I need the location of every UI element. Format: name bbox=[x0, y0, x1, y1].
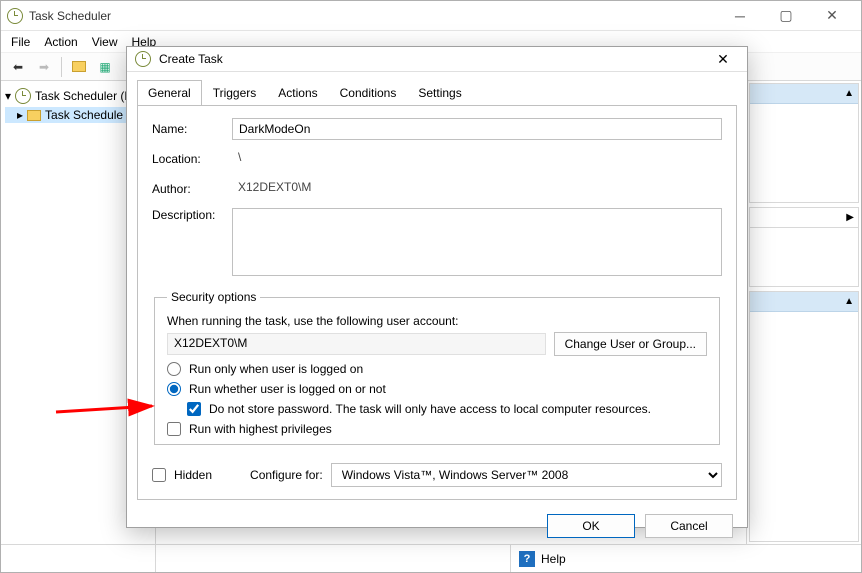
tree-child-label: Task Schedule bbox=[45, 108, 123, 122]
location-label: Location: bbox=[152, 152, 222, 166]
menu-view[interactable]: View bbox=[92, 35, 118, 49]
folder-up-icon[interactable] bbox=[68, 56, 90, 78]
dialog-icon bbox=[135, 51, 151, 67]
minimize-button[interactable]: ─ bbox=[717, 1, 763, 31]
tab-actions[interactable]: Actions bbox=[267, 80, 328, 106]
help-status-icon: ? bbox=[519, 551, 535, 567]
name-input[interactable] bbox=[232, 118, 722, 140]
author-value: X12DEXT0\M bbox=[232, 178, 722, 200]
forward-button[interactable]: ➡ bbox=[33, 56, 55, 78]
run-logged-on-label: Run only when user is logged on bbox=[189, 362, 363, 376]
do-not-store-password-check[interactable]: Do not store password. The task will onl… bbox=[187, 402, 707, 416]
maximize-button[interactable]: ▢ bbox=[763, 1, 809, 31]
run-logged-on-radio[interactable]: Run only when user is logged on bbox=[167, 362, 707, 376]
location-value: \ bbox=[232, 148, 722, 170]
actions-panel: ▲ ▶ ▲ bbox=[746, 81, 861, 544]
tab-settings[interactable]: Settings bbox=[407, 80, 472, 106]
run-whether-radio[interactable]: Run whether user is logged on or not bbox=[167, 382, 707, 396]
configure-for-label: Configure for: bbox=[250, 468, 323, 482]
cancel-button[interactable]: Cancel bbox=[645, 514, 733, 538]
status-help[interactable]: ? Help bbox=[511, 551, 574, 567]
tab-body: Name: Location: \ Author: X12DEXT0\M Des… bbox=[137, 105, 737, 500]
folder-icon bbox=[27, 110, 41, 121]
tab-triggers[interactable]: Triggers bbox=[202, 80, 268, 106]
app-title: Task Scheduler bbox=[29, 9, 111, 23]
status-help-label: Help bbox=[541, 552, 566, 566]
titlebar: Task Scheduler ─ ▢ ✕ bbox=[1, 1, 861, 31]
description-input[interactable] bbox=[232, 208, 722, 276]
dialog-close-button[interactable]: ✕ bbox=[707, 47, 739, 71]
change-user-button[interactable]: Change User or Group... bbox=[554, 332, 707, 356]
tab-conditions[interactable]: Conditions bbox=[329, 80, 408, 106]
actions-header-1[interactable]: ▲ bbox=[750, 84, 858, 104]
tab-general[interactable]: General bbox=[137, 80, 202, 106]
run-whether-label: Run whether user is logged on or not bbox=[189, 382, 386, 396]
no-store-pw-label: Do not store password. The task will onl… bbox=[209, 402, 651, 416]
hidden-check[interactable]: Hidden bbox=[152, 468, 212, 482]
app-icon bbox=[7, 8, 23, 24]
highest-priv-label: Run with highest privileges bbox=[189, 422, 332, 436]
configure-for-select[interactable]: Windows Vista™, Windows Server™ 2008 bbox=[331, 463, 722, 487]
author-label: Author: bbox=[152, 182, 222, 196]
dialog-title: Create Task bbox=[159, 52, 223, 66]
menu-action[interactable]: Action bbox=[44, 35, 77, 49]
security-text: When running the task, use the following… bbox=[167, 314, 707, 328]
tree-root-label: Task Scheduler (L bbox=[35, 89, 131, 103]
user-account-field: X12DEXT0\M bbox=[167, 333, 546, 355]
create-task-dialog: Create Task ✕ General Triggers Actions C… bbox=[126, 46, 748, 528]
hidden-label: Hidden bbox=[174, 468, 212, 482]
toolbar-icon-2[interactable]: ▦ bbox=[94, 56, 116, 78]
clock-icon bbox=[15, 88, 31, 104]
dialog-tabs: General Triggers Actions Conditions Sett… bbox=[127, 72, 747, 106]
ok-button[interactable]: OK bbox=[547, 514, 635, 538]
actions-header-3[interactable]: ▲ bbox=[750, 292, 858, 312]
dialog-titlebar: Create Task ✕ bbox=[127, 47, 747, 72]
highest-privileges-check[interactable]: Run with highest privileges bbox=[167, 422, 707, 436]
back-button[interactable]: ⬅ bbox=[7, 56, 29, 78]
actions-header-2[interactable]: ▶ bbox=[750, 208, 858, 228]
security-legend: Security options bbox=[167, 290, 260, 304]
security-options-group: Security options When running the task, … bbox=[154, 290, 720, 445]
name-label: Name: bbox=[152, 122, 222, 136]
description-label: Description: bbox=[152, 208, 222, 222]
menu-file[interactable]: File bbox=[11, 35, 30, 49]
close-button[interactable]: ✕ bbox=[809, 1, 855, 31]
